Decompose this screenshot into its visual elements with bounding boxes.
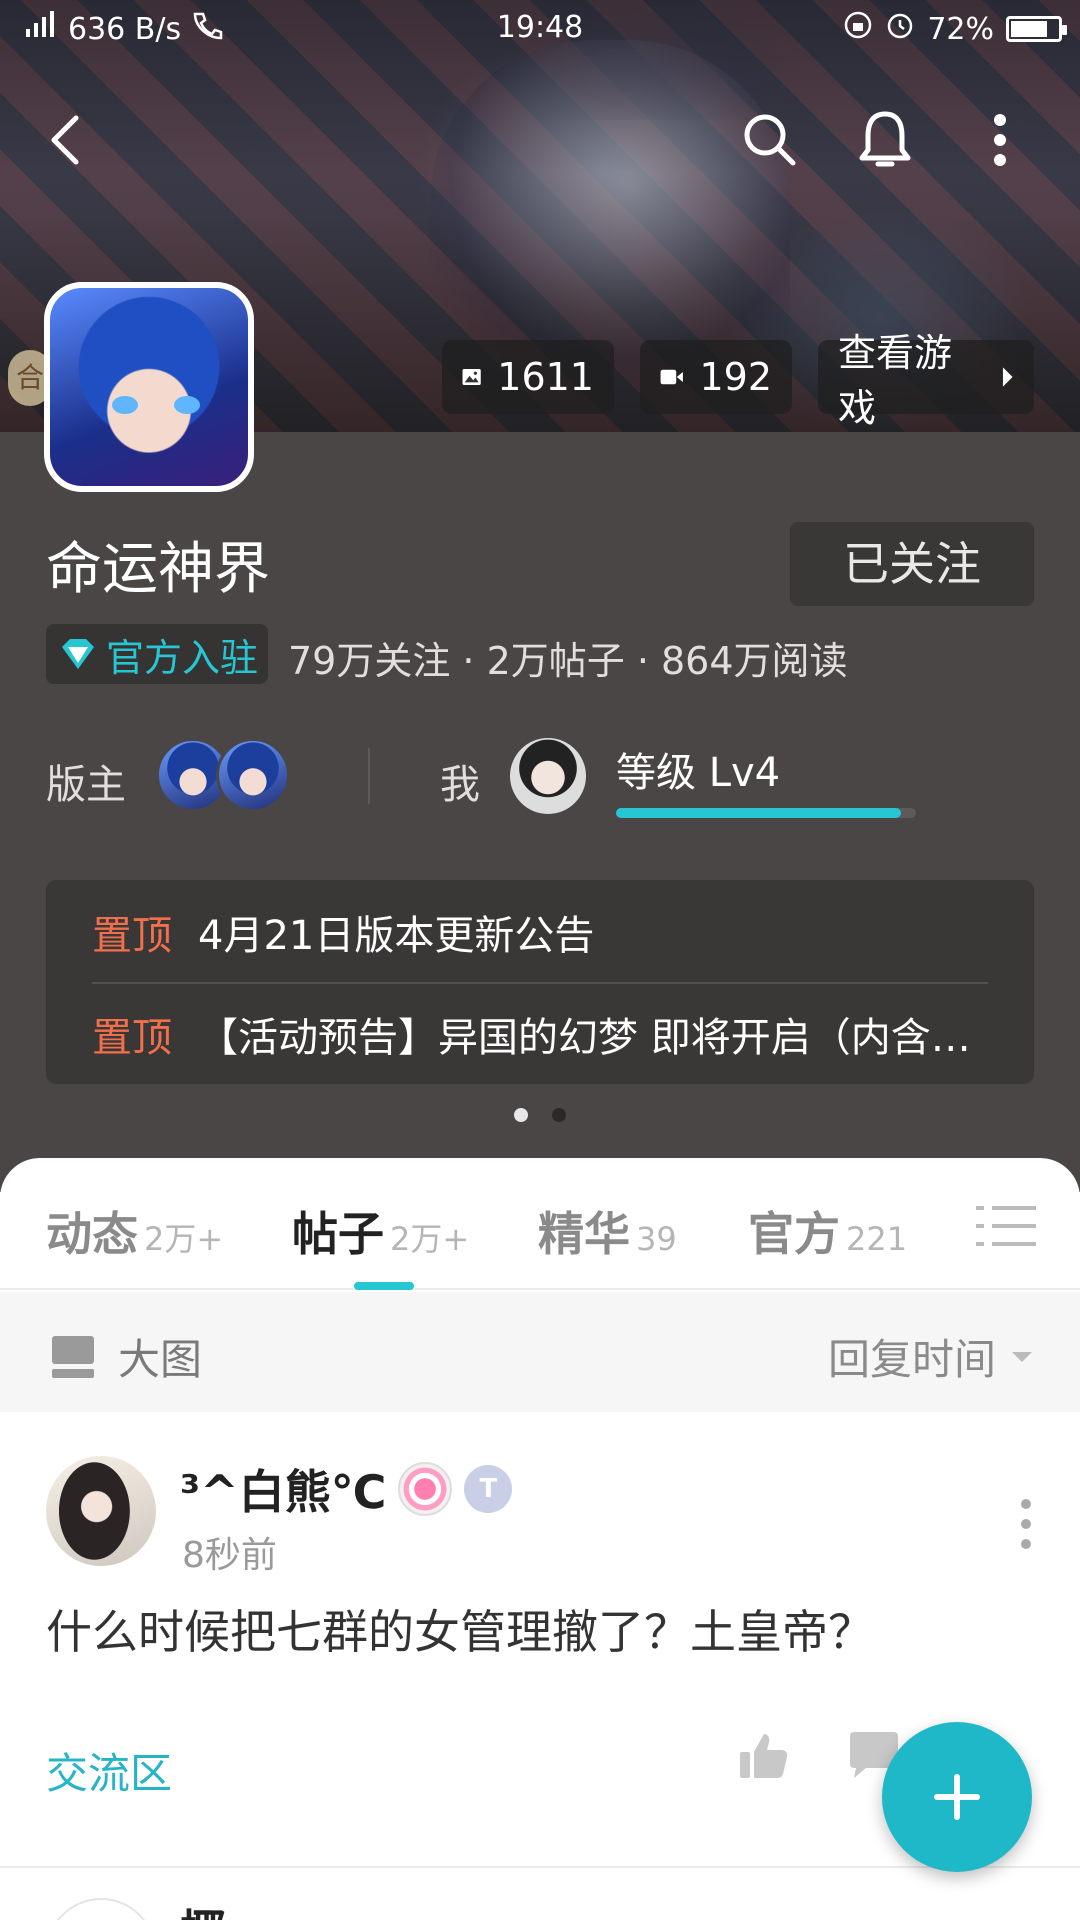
my-avatar[interactable] — [510, 738, 586, 814]
official-badge[interactable]: 官方入驻 — [46, 624, 268, 684]
tab-label: 动态 — [46, 1207, 138, 1261]
post-author-name: ³^白熊℃ — [180, 1465, 387, 1519]
pinned-posts: 置顶 4月21日版本更新公告 置顶 【活动预告】异国的幻梦 即将开启（内含… — [46, 880, 1034, 1084]
level-label[interactable]: 等级 Lv4 — [616, 740, 780, 798]
tier-badge: T — [464, 1465, 513, 1513]
post-section-link[interactable]: 交流区 — [46, 1740, 172, 1801]
post-more-button[interactable] — [1006, 1494, 1046, 1554]
tab-featured[interactable]: 精华 39 — [538, 1198, 677, 1264]
pinned-title: 【活动预告】异国的幻梦 即将开启（内含… — [198, 1015, 971, 1061]
moderator-label: 版主 — [46, 762, 126, 808]
status-bar: 636 B/s 19:48 72% — [0, 0, 1080, 56]
pinned-item[interactable]: 置顶 4月21日版本更新公告 — [92, 882, 992, 982]
tab-count: 2万+ — [144, 1220, 224, 1258]
page-title: 命运神界 — [46, 537, 270, 602]
more-options-button[interactable] — [960, 100, 1040, 180]
caret-down-icon — [1012, 1351, 1032, 1362]
view-game-label: 查看游戏 — [838, 331, 953, 430]
notification-button[interactable] — [845, 100, 925, 180]
me-label: 我 — [440, 762, 480, 808]
official-label: 官方入驻 — [106, 635, 259, 680]
game-info-panel: 命运神界 已关注 官方入驻 79万关注 · 2万帖子 · 864万阅读 版主 我… — [0, 432, 1080, 1192]
sort-label: 回复时间 — [827, 1335, 996, 1384]
game-avatar[interactable] — [44, 282, 254, 492]
search-button[interactable] — [730, 100, 810, 180]
chevron-left-icon — [51, 115, 79, 165]
avatar[interactable] — [46, 1898, 156, 1920]
tab-count: 39 — [636, 1220, 677, 1258]
create-post-button[interactable] — [882, 1722, 1032, 1872]
images-count: 1611 — [497, 355, 594, 399]
divider — [368, 748, 370, 804]
alarm-icon — [885, 10, 915, 48]
bell-icon — [859, 111, 911, 167]
avatar[interactable] — [46, 1456, 156, 1566]
video-icon — [660, 369, 683, 385]
flower-badge-icon — [398, 1462, 453, 1516]
tab-official[interactable]: 官方 221 — [748, 1198, 907, 1264]
game-stats: 79万关注 · 2万帖子 · 864万阅读 — [288, 639, 848, 683]
image-icon — [462, 368, 481, 386]
view-mode-toggle[interactable]: 大图 — [52, 1326, 202, 1387]
battery-percent: 72% — [927, 11, 994, 47]
thumbs-up-icon — [740, 1734, 788, 1778]
level-progress-bar — [616, 808, 916, 818]
diamond-icon — [62, 639, 94, 669]
pinned-item[interactable]: 置顶 【活动预告】异国的幻梦 即将开启（内含… — [92, 984, 992, 1084]
search-icon — [744, 114, 796, 166]
pinned-title: 4月21日版本更新公告 — [198, 913, 595, 959]
view-game-button[interactable]: 查看游戏 — [818, 331, 1034, 430]
videos-button[interactable]: 192 — [640, 340, 792, 414]
battery-icon — [1006, 16, 1067, 42]
large-image-icon — [52, 1335, 94, 1378]
tab-count: 221 — [846, 1220, 908, 1258]
tab-menu-button[interactable] — [976, 1202, 1036, 1250]
caret-right-icon — [1002, 367, 1013, 387]
like-button[interactable] — [738, 1730, 798, 1790]
sort-dropdown[interactable]: 回复时间 — [828, 1326, 1034, 1387]
tab-label: 精华 — [538, 1207, 630, 1261]
tab-label: 帖子 — [292, 1207, 384, 1261]
back-button[interactable] — [26, 100, 106, 180]
pager-dots — [0, 1108, 1080, 1122]
tab-label: 官方 — [748, 1207, 840, 1261]
pager-dot-active — [514, 1108, 528, 1122]
sort-bar: 大图 回复时间 — [0, 1292, 1080, 1412]
pager-dot — [552, 1108, 566, 1122]
lock-rotation-icon — [843, 10, 873, 48]
moderator-avatar[interactable] — [216, 738, 290, 812]
tab-bar: 动态 2万+ 帖子 2万+ 精华 39 官方 221 — [0, 1158, 1080, 1290]
more-vertical-icon — [994, 114, 1006, 166]
plus-icon — [934, 1774, 980, 1820]
tab-dynamics[interactable]: 动态 2万+ — [46, 1198, 223, 1264]
pinned-tag: 置顶 — [92, 1015, 172, 1061]
tab-count: 2万+ — [390, 1220, 470, 1258]
view-mode-label: 大图 — [118, 1335, 203, 1384]
images-button[interactable]: 1611 — [442, 340, 614, 414]
list-menu-icon — [976, 1206, 1036, 1246]
tab-posts[interactable]: 帖子 2万+ — [292, 1198, 469, 1264]
pinned-tag: 置顶 — [92, 913, 172, 959]
tab-indicator — [354, 1282, 414, 1290]
videos-count: 192 — [699, 355, 772, 399]
post-time: 8秒前 — [182, 1535, 277, 1576]
post-author[interactable]: ³^白熊℃ T — [180, 1456, 513, 1522]
post-author-name[interactable]: 椰 — [180, 1896, 226, 1920]
follow-button[interactable]: 已关注 — [790, 522, 1034, 606]
more-vertical-icon — [1021, 1499, 1031, 1549]
post-content[interactable]: 什么时候把七群的女管理撤了？土皇帝？ — [46, 1596, 874, 1662]
